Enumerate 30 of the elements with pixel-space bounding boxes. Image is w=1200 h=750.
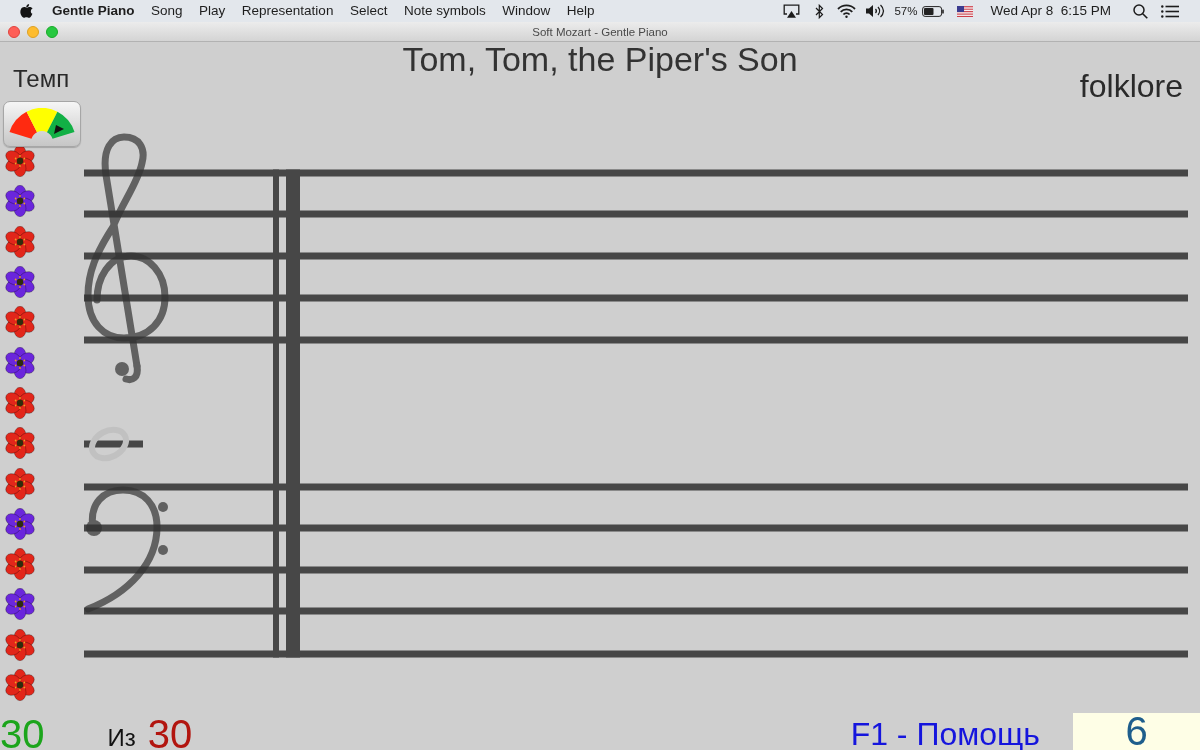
search-icon[interactable] xyxy=(1133,3,1148,19)
menu-item[interactable]: Note symbols xyxy=(403,0,486,22)
of-label: Из xyxy=(107,726,136,750)
menu-item[interactable]: Window xyxy=(502,0,551,22)
close-button[interactable] xyxy=(8,25,20,38)
bluetooth-icon[interactable] xyxy=(815,3,825,19)
menu-item[interactable]: Play xyxy=(199,0,226,22)
wifi-icon[interactable] xyxy=(837,4,857,18)
note-counter: 6 xyxy=(1073,713,1200,750)
flag-icon[interactable] xyxy=(957,5,974,17)
menu-item[interactable]: Representation xyxy=(241,0,334,22)
screen-share-icon[interactable] xyxy=(783,4,801,18)
menu-item[interactable]: Select xyxy=(349,0,388,22)
speaker-icon[interactable] xyxy=(865,4,886,18)
window-title: Soft Mozart - Gentle Piano xyxy=(532,24,668,40)
song-source: folklore xyxy=(1079,68,1183,104)
battery-icon[interactable] xyxy=(922,5,945,17)
list-icon[interactable] xyxy=(1161,4,1179,18)
song-title: Tom, Tom, the Piper's Son xyxy=(402,42,798,80)
tempo-label: Темп xyxy=(13,65,70,93)
menu-item[interactable]: Help xyxy=(566,0,595,22)
total-count: 30 xyxy=(147,718,193,750)
correct-count: 30 xyxy=(0,718,45,750)
gauge-icon xyxy=(8,108,76,140)
menu-item[interactable]: Song xyxy=(151,0,183,22)
clock[interactable]: Wed Apr 8 6:15 PM xyxy=(990,0,1111,22)
battery-percent: 57% xyxy=(894,4,918,19)
apple-icon[interactable] xyxy=(20,3,33,19)
app-menu[interactable]: Gentle Piano xyxy=(52,0,135,22)
tempo-button[interactable] xyxy=(3,101,81,147)
